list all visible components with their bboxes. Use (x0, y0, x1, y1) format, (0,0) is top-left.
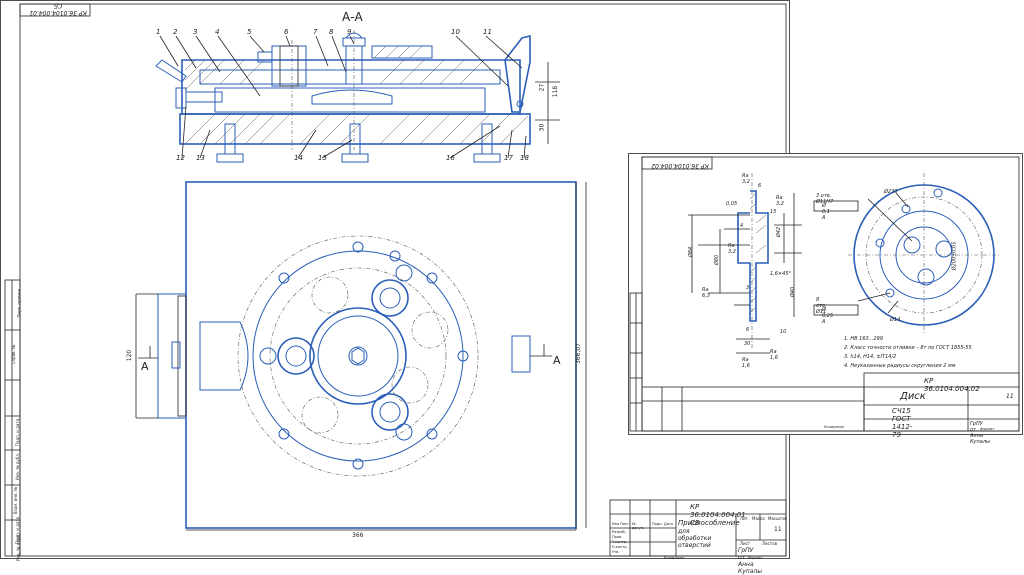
part-code: КР 36.0104.004.02 (924, 377, 980, 393)
dim-phi14: Ø14 (890, 317, 901, 323)
note-3: 3. h14, H14, ±IT14/2 (844, 354, 897, 360)
title-format: Формат (748, 556, 763, 560)
dim-phi40: Ø40 (790, 286, 797, 298)
part-sheet-count: 11 (1006, 393, 1014, 400)
technical-notes: 1. НВ 163...299 2. Класс точности отливк… (844, 335, 972, 371)
title-role-tcontrol: Т.контр. (612, 540, 628, 544)
dim-phi42: Ø42 (776, 226, 783, 238)
callout-17: 17 (504, 154, 513, 162)
title-role-ncontrol: Н.контр. (612, 545, 628, 549)
part-format: Формат (980, 427, 995, 431)
dim-10: 10 (780, 329, 787, 335)
stamp-sign-date: Подп. и дата (15, 418, 21, 447)
dim-phi230: Ø230 (884, 189, 898, 195)
title-mass: Масса (752, 516, 765, 521)
title-role-check: Пров. (612, 535, 623, 539)
note-1: 1. НВ 163...299 (844, 336, 883, 342)
part-material: СЧ15 ГОСТ 1412-79 (892, 407, 913, 439)
note-2: 2. Класс точности отливки – 8т по ГОСТ 1… (844, 345, 972, 351)
callout-3: 3 (193, 28, 198, 36)
title-name-1: Приспособление (678, 519, 740, 527)
title-col-izm: Изм (612, 522, 620, 526)
dim-366-height: 366,07 (575, 343, 582, 364)
title-role-dev: Разраб. (612, 530, 626, 534)
title-col-doc: № докум. (632, 522, 645, 530)
callout-6: 6 (284, 28, 289, 36)
callout-14: 14 (294, 154, 303, 162)
stamp-replace-inv: Взам. инв. № (13, 486, 19, 515)
dim-ra16-b: Ra 1,6 (770, 349, 778, 361)
title-sheets: Листов (762, 541, 777, 546)
dim-120: 120 (126, 349, 134, 362)
title-scale: Масштаб (768, 516, 788, 521)
dim-27: 27 (538, 83, 546, 92)
dim-ra16-a: Ra 1,6 (742, 357, 750, 369)
part-copied: Копировал (824, 425, 844, 429)
dim-ra63: Ra 6,3 (702, 287, 710, 299)
note-4: 4. Неуказанные радиусы скругления 2 мм (844, 363, 956, 369)
callout-8: 8 (329, 28, 334, 36)
section-arrow-right: А (553, 354, 561, 367)
callout-10: 10 (451, 28, 460, 36)
sheet1-doc-code: КР 36.0104.004.01 СБ (29, 2, 87, 16)
sheet2-doc-code: КР 36.0104.004.02 (651, 162, 709, 169)
part-sheet: КР 36.0104.004.02 Ra 3,2 Ra 3,2 Ra 3,2 R… (628, 153, 1024, 445)
section-arrow-left: А (141, 360, 149, 373)
dim-phi200: Ø200±0,05 (951, 241, 958, 271)
dim-4: 4 (740, 223, 744, 229)
section-label: А-А (342, 10, 363, 24)
callout-18: 18 (520, 154, 529, 162)
callout-5: 5 (247, 28, 252, 36)
dim-phi84: Ø84 (688, 246, 695, 258)
title-role-approve: Утв. (612, 550, 620, 554)
title-copied: Копировал (664, 556, 684, 560)
title-col-sign: Подп. (652, 522, 663, 526)
dim-ra32-top: Ra 3,2 (742, 173, 750, 185)
stamp-ref: Справ. № (11, 344, 17, 365)
dim-3: 3 (746, 285, 750, 291)
title-name-2: для обработки отверстий (678, 528, 712, 549)
dim-6b: 6 (746, 327, 750, 333)
callout-11: 11 (483, 28, 492, 36)
callout-1: 1 (156, 28, 161, 36)
part-name: Диск (900, 391, 926, 402)
callout-2: 2 (173, 28, 178, 36)
stamp-dup-inv: Инв. № дубл. (15, 452, 21, 481)
stamp-orig-inv: Инв. № подл. (15, 533, 21, 562)
title-col-list: Лист (620, 522, 629, 526)
callout-12: 12 (176, 154, 185, 162)
callout-13: 13 (196, 154, 205, 162)
dim-phi80: Ø80 (714, 254, 721, 266)
dim-30: 30 (538, 123, 546, 132)
dim-366-width: 366 (352, 532, 364, 539)
dim-30: 30 (744, 341, 751, 347)
title-sheet: Лист (740, 541, 751, 546)
callout-15: 15 (318, 154, 327, 162)
dim-ra32-mid: Ra 3,2 (776, 195, 784, 207)
callout-9: 9 (347, 28, 352, 36)
dim-position-2: Ø 0,25 А (822, 307, 834, 325)
title-col-date: Дата (664, 522, 674, 526)
dim-position-1: Ø 0,1 А (822, 203, 830, 221)
part-org: ГрПУ от. Анна Купалы (970, 421, 990, 445)
title-sheet-count: 11 (774, 526, 782, 533)
callout-16: 16 (446, 154, 455, 162)
dim-118: 118 (552, 85, 560, 98)
stamp-first-use: Перв. примен. (16, 287, 22, 318)
dim-chamfer: 1,6×45° (770, 271, 792, 277)
dim-15: 15 (770, 209, 777, 215)
callout-7: 7 (313, 28, 318, 36)
dim-6: 6 (758, 183, 762, 189)
title-lit: Лит. (740, 516, 750, 521)
callout-4: 4 (215, 28, 220, 36)
dim-ra32-left: Ra 3,2 (728, 243, 736, 255)
dim-tolerance: 0,05 (726, 201, 738, 207)
title-org: ГрПУ от. Анна Купалы (738, 547, 762, 575)
